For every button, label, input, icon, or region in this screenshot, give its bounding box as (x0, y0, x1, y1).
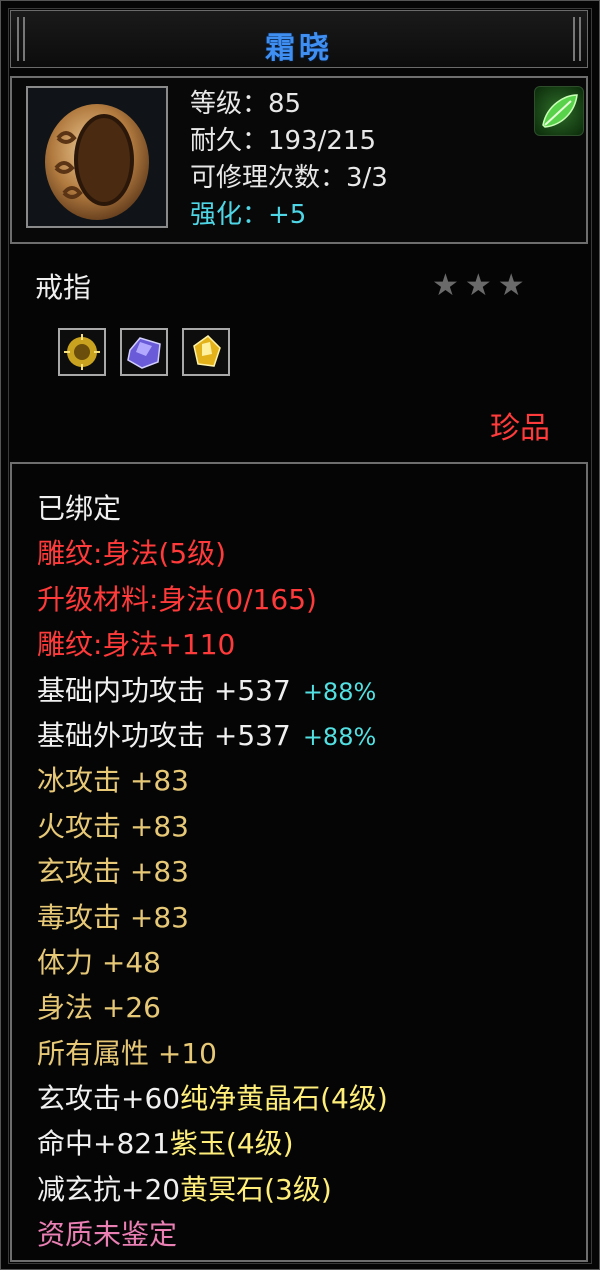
upgrade-material-line: 升级材料:身法(0/165) (37, 582, 317, 616)
gem3-effect: 减玄抗+20 (37, 1172, 181, 1206)
repair-count-stat: 可修理次数：3/3 (190, 163, 388, 193)
bound-status: 已绑定 (37, 492, 122, 525)
green-leaf-icon (534, 86, 584, 136)
gem1-line: 玄攻击+60纯净黄晶石(4级) (37, 1076, 388, 1121)
item-name: 霜晓 (265, 31, 333, 66)
ice-attack-line: 冰攻击 +83 (37, 764, 189, 798)
durability-stat: 耐久：193/215 (190, 126, 377, 156)
engrave-bonus-line: 雕纹:身法+110 (37, 628, 236, 662)
gem1-name: 纯净黄晶石(4级) (180, 1082, 388, 1116)
xuan-attack-line: 玄攻击 +83 (37, 855, 189, 889)
level-stat: 等级：85 (190, 89, 302, 119)
gem2-effect: 命中+821 (37, 1127, 170, 1161)
item-type: 戒指 (35, 271, 92, 304)
engrave-line: 雕纹:身法(5级) (37, 537, 227, 571)
inner-attack-line: 基础内功攻击 +537 +88% (37, 668, 388, 713)
quality-line: 资质未鉴定 (37, 1218, 178, 1252)
attribute-list: 已绑定 雕纹:身法(5级) 升级材料:身法(0/165) 雕纹:身法+110 基… (37, 486, 388, 1258)
gem3-name: 黄冥石(3级) (180, 1172, 332, 1206)
rarity-label: 珍品 (490, 411, 550, 446)
star-rating: ★★★ (432, 268, 531, 303)
outer-attack-line: 基础外功攻击 +537 +88% (37, 713, 388, 758)
gem2-name: 紫玉(4级) (169, 1127, 294, 1161)
attributes-panel: 已绑定 雕纹:身法(5级) 升级材料:身法(0/165) 雕纹:身法+110 基… (10, 462, 588, 1262)
item-header: 等级：85 耐久：193/215 可修理次数：3/3 强化：+5 (10, 76, 588, 244)
all-attributes-line: 所有属性 +10 (37, 1036, 217, 1070)
stamina-line: 体力 +48 (37, 945, 161, 979)
gem1-effect: 玄攻击+60 (37, 1082, 181, 1116)
outer-attack-value: 基础外功攻击 +537 (37, 718, 291, 752)
title-bar: 霜晓 (10, 10, 588, 68)
inner-attack-value: 基础内功攻击 +537 (37, 673, 291, 707)
poison-attack-line: 毒攻击 +83 (37, 900, 189, 934)
gem2-line: 命中+821紫玉(4级) (37, 1121, 388, 1166)
yellow-crystal-gem-icon[interactable] (182, 328, 230, 376)
agility-line: 身法 +26 (37, 991, 161, 1025)
gem3-line: 减玄抗+20黄冥石(3级) (37, 1167, 388, 1212)
inner-attack-bonus: +88% (302, 677, 377, 706)
purple-crystal-gem-icon[interactable] (120, 328, 168, 376)
fire-attack-line: 火攻击 +83 (37, 809, 189, 843)
ring-icon[interactable] (26, 86, 168, 228)
item-stats: 等级：85 耐久：193/215 可修理次数：3/3 强化：+5 (190, 86, 388, 234)
outer-attack-bonus: +88% (302, 722, 377, 751)
yellow-sun-gem-icon[interactable] (58, 328, 106, 376)
enhance-stat: 强化：+5 (190, 200, 307, 230)
